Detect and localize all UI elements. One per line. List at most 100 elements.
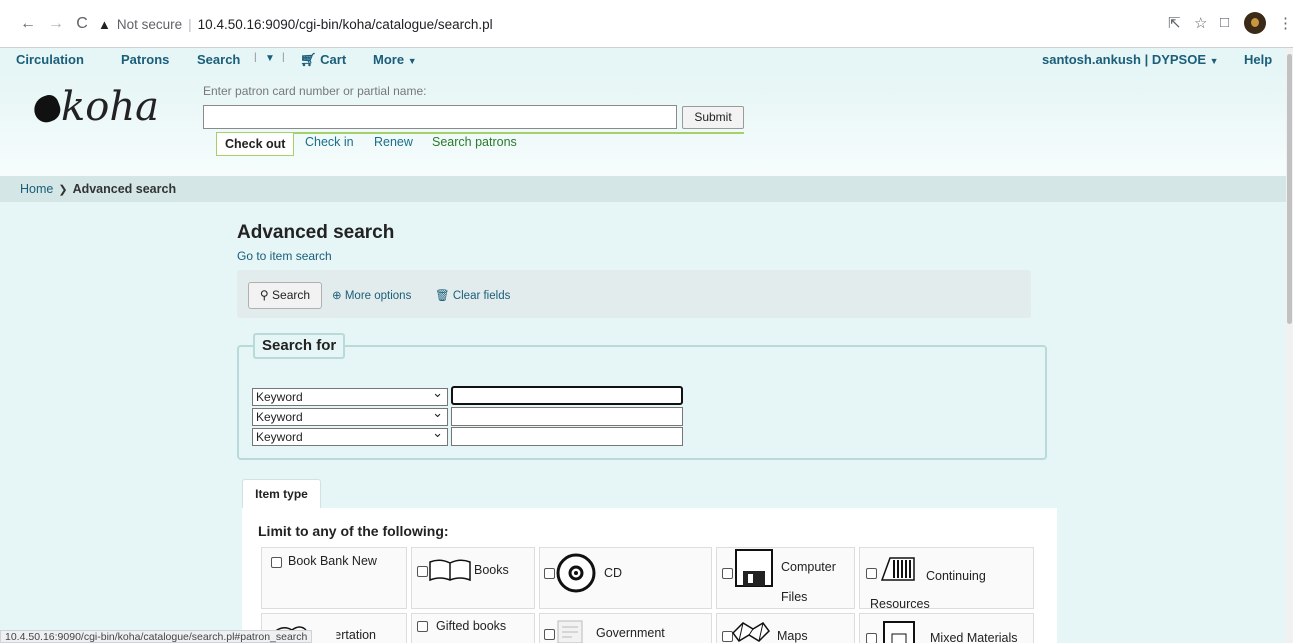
nav-divider: | [282,52,285,63]
checkbox[interactable] [544,629,555,640]
search-term-input-2[interactable] [451,407,683,426]
cart-label: Cart [320,52,347,67]
browser-toolbar: ← → C ▲ Not secure | 10.4.50.16:9090/cgi… [0,0,1293,48]
more-label: More [373,52,405,67]
item-type-government[interactable]: Government [539,613,712,643]
search-button-label: Search [272,288,311,302]
koha-logo[interactable]: koha [30,84,159,130]
tab-item-type[interactable]: Item type [242,479,321,509]
item-type-label: Dissertation [310,628,376,642]
item-type-label: Book Bank New [288,554,377,568]
search-term-input-1[interactable] [451,386,683,405]
url-text: 10.4.50.16:9090/cgi-bin/koha/catalogue/s… [197,16,493,32]
limit-heading: Limit to any of the following: [258,523,449,539]
checkbox[interactable] [866,633,877,643]
trash-icon: 🗑︎ [435,290,450,302]
checkbox[interactable] [722,568,733,579]
breadcrumb-home[interactable]: Home [20,182,53,196]
cd-disc-icon [556,553,596,593]
nav-patrons[interactable]: Patrons [121,52,169,67]
checkbox[interactable] [544,568,555,579]
map-icon [732,622,770,642]
index-select-2[interactable]: Keyword [252,405,448,426]
search-toolbar: ⚲ Search ⊕ More options 🗑︎ Clear fields [237,270,1031,318]
search-dropdown-caret-icon[interactable]: ▼ [265,53,275,64]
more-options-link[interactable]: ⊕ More options [332,288,411,302]
logo-text: koha [61,84,159,130]
search-icon: ⚲ [259,288,269,302]
zoom-plus-icon: ⊕ [332,290,342,302]
floppy-disk-icon [735,549,773,587]
nav-circulation[interactable]: Circulation [16,52,84,67]
mixed-materials-icon [883,621,915,643]
item-type-gifted-books[interactable]: Gifted books [411,613,535,643]
index-select-3[interactable]: Keyword [252,425,448,446]
patron-search-input[interactable] [203,105,677,129]
item-type-mixed-materials[interactable]: Mixed Materials [859,613,1034,643]
more-options-label: More options [344,290,412,302]
item-type-maps[interactable]: Maps [716,613,855,643]
nav-help[interactable]: Help [1244,52,1272,67]
item-type-book-bank-new[interactable]: Book Bank New [261,547,407,609]
security-label: Not secure [116,16,183,32]
item-type-label-text: Computer Files [781,560,836,604]
profile-avatar[interactable] [1244,12,1266,34]
item-type-continuing-resources[interactable]: Continuing Resources [859,547,1034,611]
index-select-1[interactable]: Keyword [252,385,448,406]
scrollbar-thumb[interactable] [1287,54,1292,324]
breadcrumb-current: Advanced search [72,182,177,196]
bookmark-star-icon[interactable]: ☆ [1194,14,1207,32]
clear-fields-link[interactable]: 🗑︎ Clear fields [435,288,510,302]
koha-logo-mark-icon [30,92,64,126]
nav-search[interactable]: Search [197,52,240,67]
nav-user-menu[interactable]: santosh.ankush | DYPSOE ▼ [1042,52,1219,67]
checkbox[interactable] [417,566,428,577]
address-bar[interactable]: ▲ Not secure | 10.4.50.16:9090/cgi-bin/k… [98,11,1208,37]
clear-fields-label: Clear fields [452,290,511,302]
warning-icon: ▲ [98,16,111,32]
item-type-label: Maps [777,629,808,643]
side-panel-icon[interactable]: □ [1220,14,1229,31]
item-type-label-text: Continuing Resources [870,569,986,611]
nav-divider: | [254,52,257,63]
submit-button[interactable]: Submit [682,106,744,129]
chevron-right-icon: ❯ [58,184,68,196]
nav-more[interactable]: More ▼ [373,52,417,67]
address-separator: | [188,16,192,32]
checkbox[interactable] [417,621,428,632]
tab-underline [216,132,744,134]
search-term-input-3[interactable] [451,427,683,446]
patron-search-hint: Enter patron card number or partial name… [203,84,427,98]
item-type-cd[interactable]: CD [539,547,712,609]
item-type-label: Gifted books [436,619,507,633]
koha-top-nav: Circulation Patrons Search | ▼ | 🛒︎ Cart… [0,48,1293,72]
back-arrow-icon[interactable]: ← [18,14,38,34]
page-title: Advanced search [237,222,395,243]
breadcrumb: Home ❯ Advanced search [0,176,1293,202]
search-button[interactable]: ⚲ Search [248,282,322,309]
chevron-down-icon: ▼ [407,56,417,66]
item-type-label: Mixed Materials [930,631,1018,643]
browser-menu-icon[interactable]: ⋮ [1278,14,1293,32]
page-scrollbar[interactable] [1286,48,1293,643]
tab-renew[interactable]: Renew [374,135,413,149]
item-type-label: CD [604,566,623,580]
tab-check-out[interactable]: Check out [216,133,295,156]
cart-icon: 🛒︎ [300,52,317,67]
book-icon [429,559,471,582]
item-type-books[interactable]: Books [411,547,535,609]
browser-status-bar: 10.4.50.16:9090/cgi-bin/koha/catalogue/s… [0,630,313,643]
share-icon[interactable]: ⇱ [1168,14,1181,32]
header-panel: koha Enter patron card number or partial… [0,72,1293,182]
checkbox[interactable] [271,557,282,568]
item-type-label: Government [596,626,665,640]
item-type-computer-files[interactable]: Computer Files [716,547,855,609]
reload-icon[interactable]: C [72,14,92,34]
nav-cart[interactable]: 🛒︎ Cart [300,52,346,68]
chevron-down-icon: ▼ [1209,56,1219,66]
tab-check-in[interactable]: Check in [305,135,354,149]
tab-search-patrons[interactable]: Search patrons [432,135,517,149]
item-search-link[interactable]: Go to item search [237,249,332,263]
item-type-label: Computer Files [781,552,851,612]
forward-arrow-icon[interactable]: → [46,14,66,34]
